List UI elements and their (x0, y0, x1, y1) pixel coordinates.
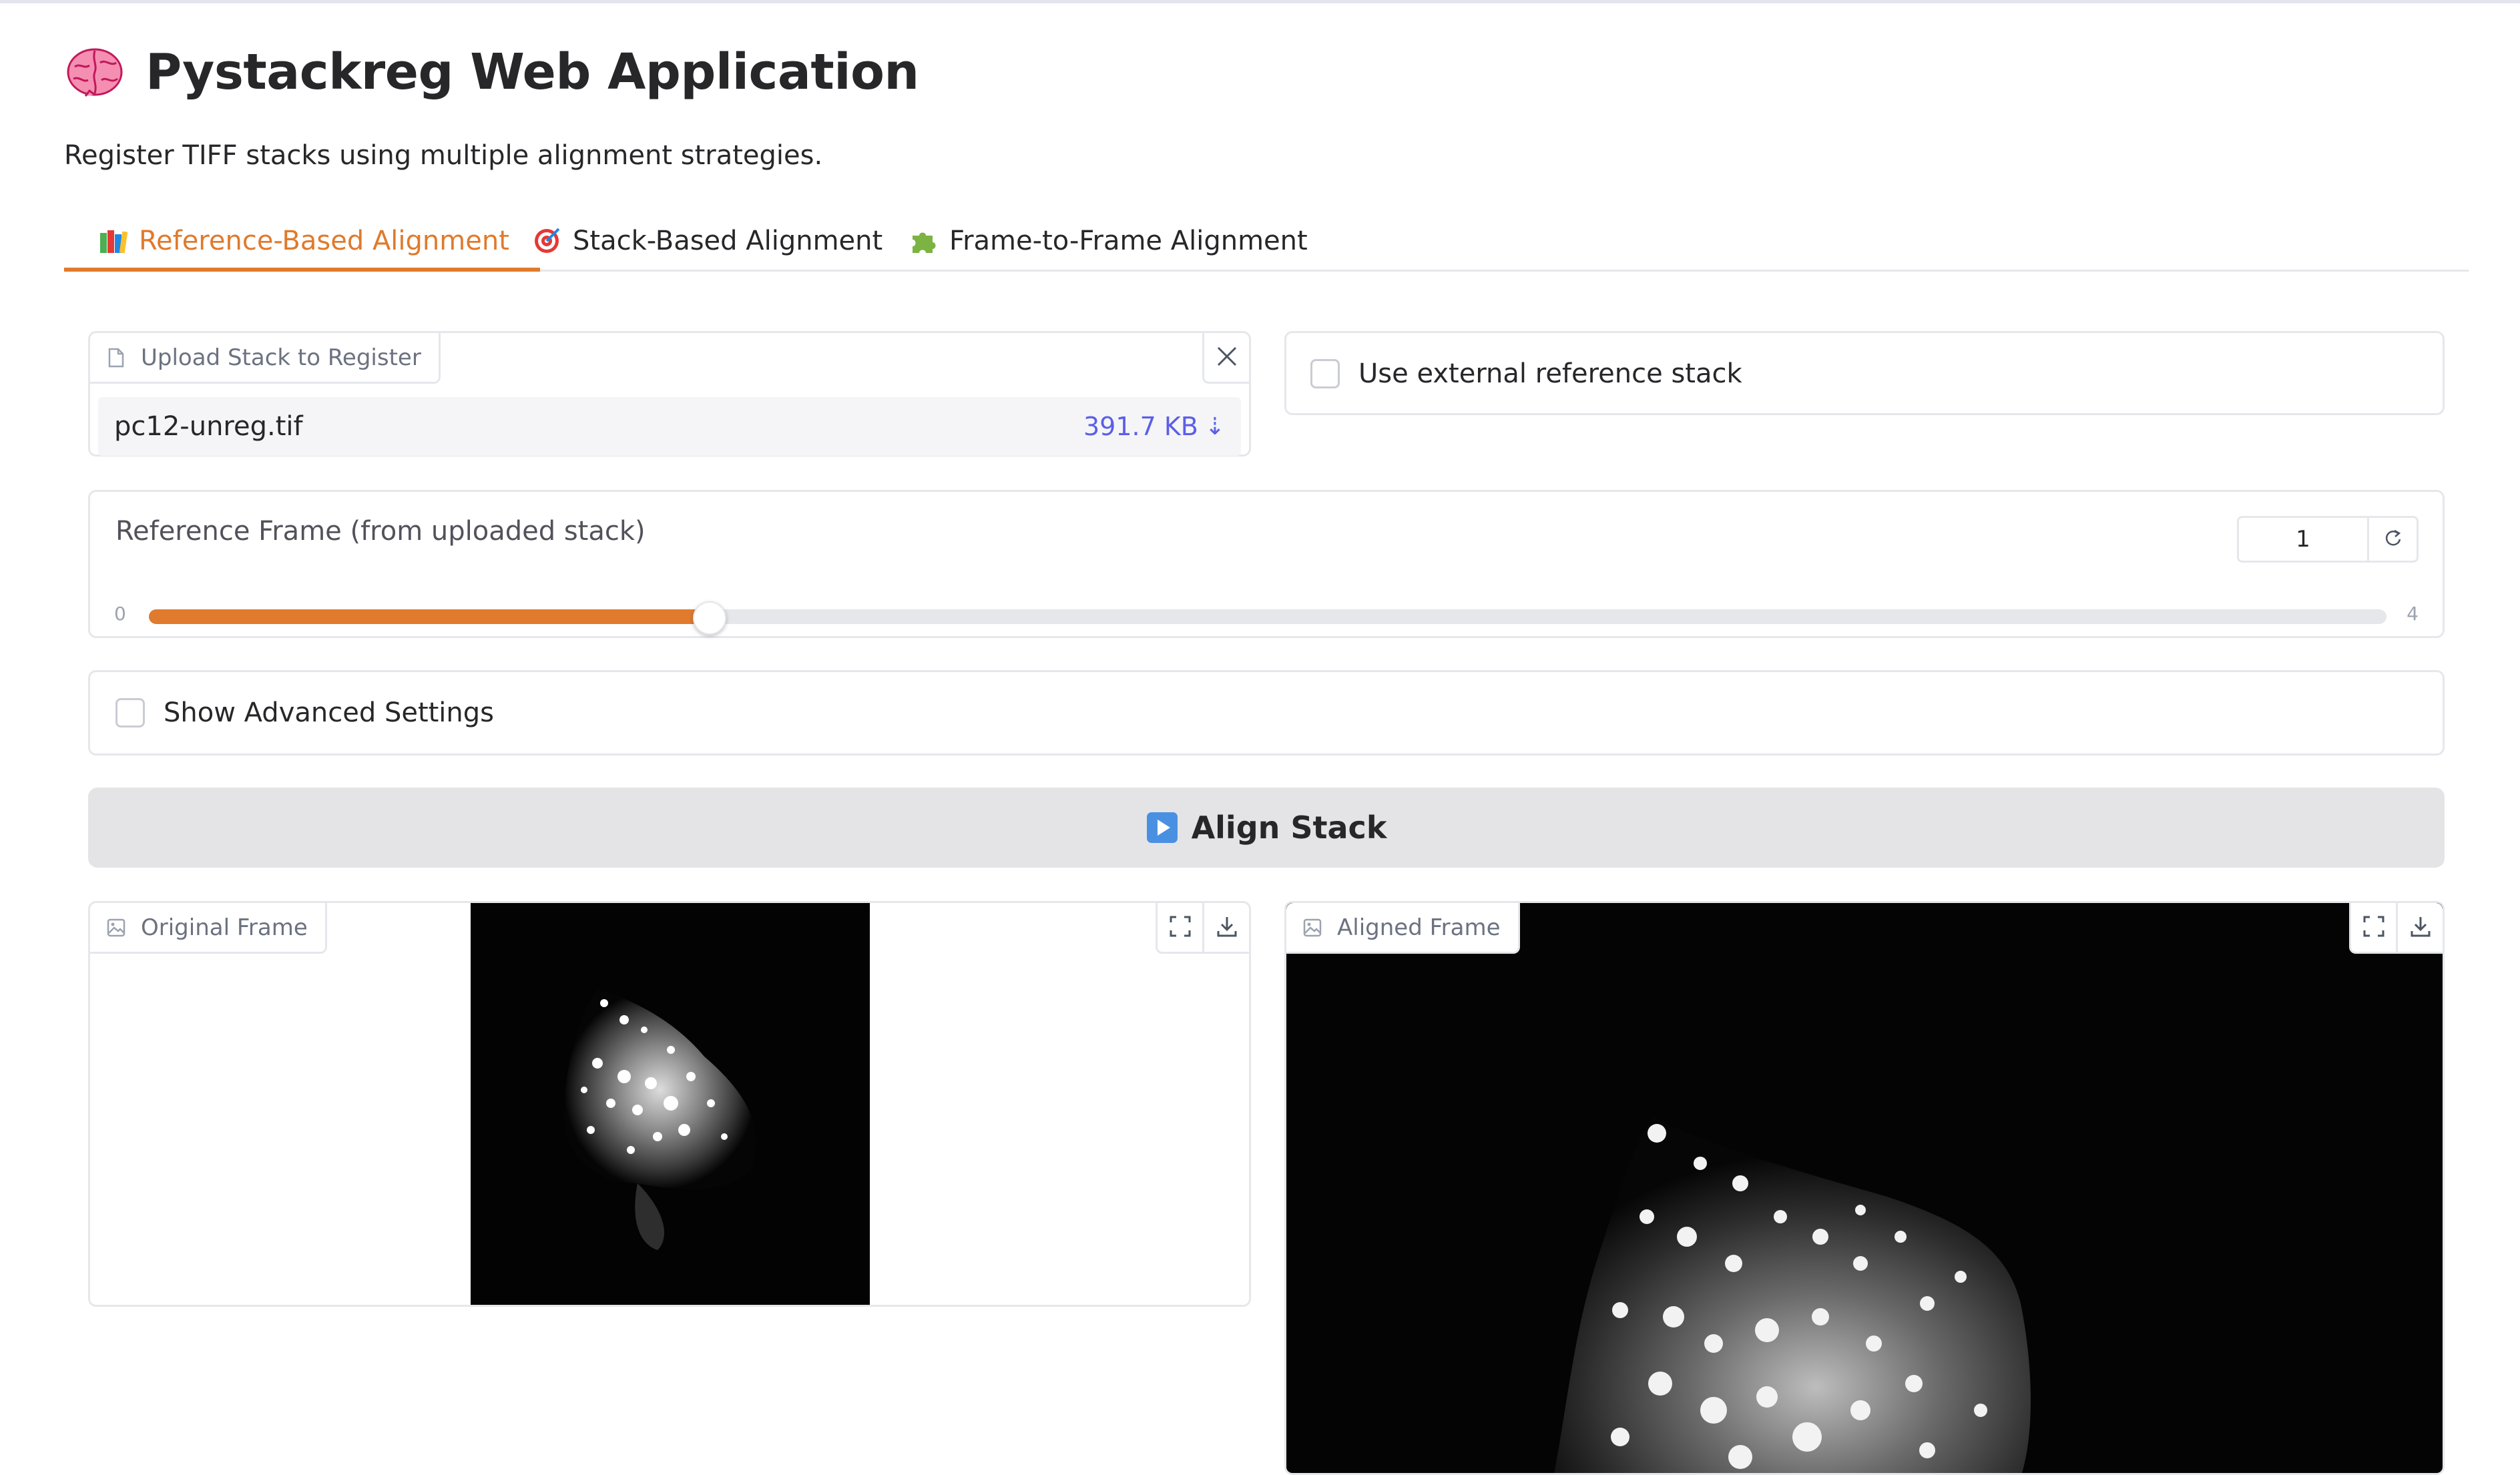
slider-fill (149, 609, 708, 624)
tab-frame-to-frame-alignment[interactable]: Frame-to-Frame Alignment (908, 212, 1308, 270)
play-icon (1146, 812, 1178, 844)
original-frame-panel: Original Frame (88, 901, 1251, 1307)
image-icon (1302, 918, 1322, 938)
reference-frame-input[interactable]: 1 (2239, 518, 2369, 561)
external-reference-checkbox[interactable] (1310, 359, 1340, 388)
original-frame-image (471, 903, 870, 1305)
upload-panel[interactable]: Upload Stack to Register pc12-unreg.tif … (88, 331, 1251, 457)
upload-label: Upload Stack to Register (90, 333, 441, 384)
fullscreen-icon (2362, 915, 2385, 940)
slider-thumb[interactable] (693, 601, 726, 635)
header: Pystackreg Web Application (64, 39, 919, 105)
reference-frame-label: Reference Frame (from uploaded stack) (115, 516, 646, 547)
advanced-settings-label: Show Advanced Settings (164, 697, 494, 728)
original-frame-actions (1156, 903, 1249, 954)
external-reference-option[interactable]: Use external reference stack (1310, 358, 1742, 389)
tab-bar: Reference-Based Alignment Stack-Based Al… (64, 212, 2469, 272)
advanced-settings-panel: Show Advanced Settings (88, 670, 2445, 756)
app-root: Pystackreg Web Application Register TIFF… (0, 0, 2520, 1475)
uploaded-file-row: pc12-unreg.tif 391.7 KB ⇣ (98, 397, 1241, 456)
download-icon (2409, 915, 2432, 940)
aligned-frame-actions (2349, 903, 2443, 954)
advanced-settings-option[interactable]: Show Advanced Settings (115, 697, 494, 728)
external-reference-panel: Use external reference stack (1284, 331, 2445, 415)
aligned-frame-label: Aligned Frame (1286, 903, 1520, 954)
external-reference-label: Use external reference stack (1358, 358, 1742, 389)
original-frame-label-text: Original Frame (141, 914, 308, 941)
file-icon (106, 348, 126, 368)
tab-label: Reference-Based Alignment (139, 226, 509, 256)
file-download-link[interactable]: 391.7 KB ⇣ (1083, 412, 1225, 441)
puzzle-icon (908, 226, 939, 256)
advanced-settings-checkbox[interactable] (115, 698, 145, 727)
image-icon (106, 918, 126, 938)
original-frame-label: Original Frame (90, 903, 327, 954)
close-icon (1216, 345, 1238, 370)
books-icon (97, 226, 128, 256)
clear-file-button[interactable] (1202, 333, 1249, 384)
original-download-button[interactable] (1202, 903, 1249, 954)
aligned-fullscreen-button[interactable] (2349, 903, 2396, 954)
aligned-frame-panel: Aligned Frame (1284, 901, 2445, 1475)
brain-icon (64, 41, 125, 103)
tab-stack-based-alignment[interactable]: Stack-Based Alignment (531, 212, 883, 270)
fullscreen-icon (1169, 915, 1192, 940)
slider-min-label: 0 (114, 603, 126, 625)
reference-frame-number: 1 (2237, 516, 2419, 563)
page-subtitle: Register TIFF stacks using multiple alig… (64, 140, 823, 171)
slider-max-label: 4 (2407, 603, 2419, 625)
download-icon (1216, 915, 1238, 940)
align-stack-label: Align Stack (1191, 810, 1387, 846)
target-icon (531, 226, 562, 256)
aligned-download-button[interactable] (2396, 903, 2443, 954)
tab-label: Stack-Based Alignment (573, 226, 883, 256)
reference-frame-panel: Reference Frame (from uploaded stack) 1 … (88, 490, 2445, 638)
upload-label-text: Upload Stack to Register (141, 344, 421, 371)
align-stack-button[interactable]: Align Stack (88, 788, 2445, 868)
tab-reference-based-alignment[interactable]: Reference-Based Alignment (64, 212, 540, 272)
reset-button[interactable] (2369, 518, 2417, 561)
reference-frame-slider[interactable] (149, 601, 2386, 635)
top-divider (0, 0, 2520, 3)
aligned-frame-label-text: Aligned Frame (1337, 914, 1501, 941)
page-title: Pystackreg Web Application (146, 43, 919, 101)
download-icon: ⇣ (1204, 412, 1225, 440)
reset-icon (2383, 528, 2403, 551)
file-size: 391.7 KB (1083, 412, 1198, 441)
original-fullscreen-button[interactable] (1156, 903, 1202, 954)
aligned-frame-image (1286, 903, 2443, 1473)
file-name: pc12-unreg.tif (114, 411, 303, 442)
tab-label: Frame-to-Frame Alignment (949, 226, 1308, 256)
